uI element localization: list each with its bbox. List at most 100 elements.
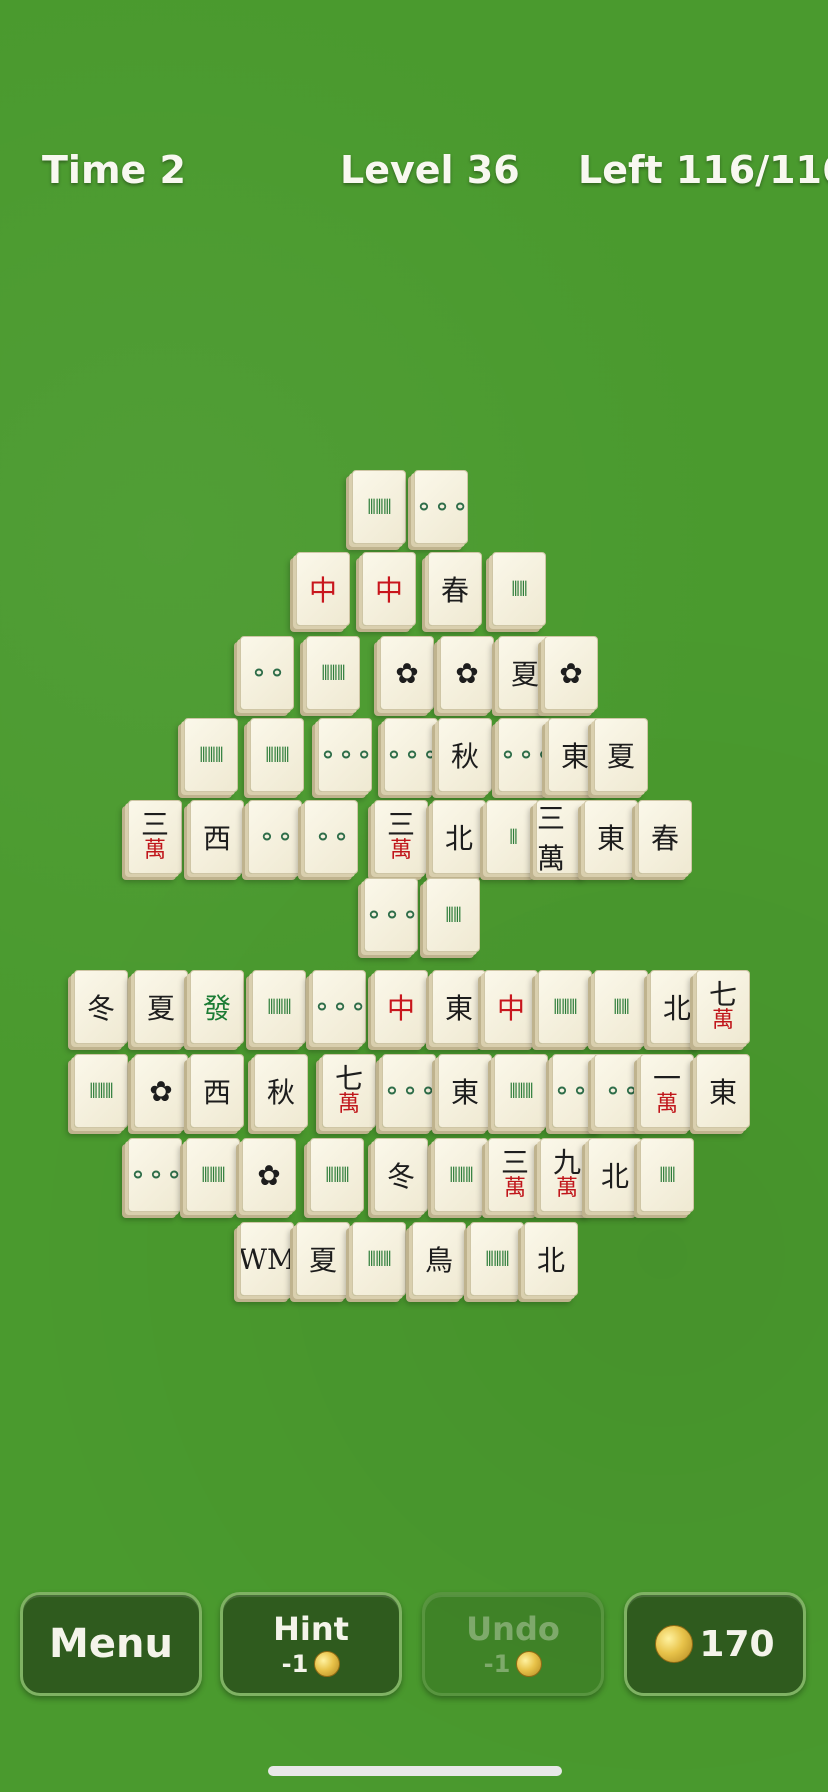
tile-symbol: ⦀⦀ bbox=[445, 903, 462, 927]
mahjong-tile[interactable]: 西 bbox=[190, 1054, 244, 1128]
mahjong-tile[interactable]: WM bbox=[240, 1222, 294, 1296]
mahjong-tile[interactable]: 北 bbox=[432, 800, 486, 874]
tile-symbol: ⦀⦀⦀ bbox=[89, 1079, 113, 1103]
mahjong-tile[interactable]: 三萬 bbox=[536, 800, 590, 874]
mahjong-tile[interactable]: 夏 bbox=[296, 1222, 350, 1296]
mahjong-tile[interactable]: 七萬 bbox=[696, 970, 750, 1044]
mahjong-tile[interactable]: ⚬⚬⚬ bbox=[382, 1054, 436, 1128]
mahjong-tile[interactable]: 九萬 bbox=[540, 1138, 594, 1212]
mahjong-tile[interactable]: 北 bbox=[524, 1222, 578, 1296]
mahjong-tile[interactable]: 北 bbox=[588, 1138, 642, 1212]
tile-character: 七萬 bbox=[708, 978, 737, 1033]
mahjong-tile[interactable]: ⚬⚬ bbox=[248, 800, 302, 874]
mahjong-tile[interactable]: ⚬⚬ bbox=[240, 636, 294, 710]
mahjong-tile[interactable]: 夏 bbox=[594, 718, 648, 792]
mahjong-tile[interactable]: ⚬⚬⚬ bbox=[364, 878, 418, 952]
mahjong-tile[interactable]: ⚬⚬⚬ bbox=[128, 1138, 182, 1212]
mahjong-tile[interactable]: ⚬⚬⚬ bbox=[318, 718, 372, 792]
mahjong-tile[interactable]: 發 bbox=[190, 970, 244, 1044]
mahjong-tile[interactable]: 東 bbox=[696, 1054, 750, 1128]
tile-symbol: ⦀⦀⦀ bbox=[367, 495, 391, 519]
hint-cost-value: -1 bbox=[281, 1650, 309, 1678]
tile-symbol: ⦀⦀⦀ bbox=[509, 1079, 533, 1103]
mahjong-tile[interactable]: 秋 bbox=[254, 1054, 308, 1128]
coins-button[interactable]: 170 bbox=[624, 1592, 806, 1696]
tile-symbol: ✿ bbox=[395, 656, 419, 690]
tile-symbol: ⦀⦀⦀ bbox=[485, 1247, 509, 1271]
mahjong-tile[interactable]: ⚬⚬ bbox=[304, 800, 358, 874]
tile-symbol: 東 bbox=[560, 740, 589, 773]
mahjong-tile[interactable]: 夏 bbox=[134, 970, 188, 1044]
tile-symbol: ⚬⚬⚬ bbox=[312, 993, 366, 1021]
mahjong-tile[interactable]: 七萬 bbox=[322, 1054, 376, 1128]
mahjong-tile[interactable]: 東 bbox=[584, 800, 638, 874]
tile-symbol: ✿ bbox=[455, 656, 479, 690]
mahjong-tile[interactable]: ⦀⦀⦀ bbox=[470, 1222, 524, 1296]
mahjong-tile[interactable]: ⦀⦀⦀ bbox=[306, 636, 360, 710]
mahjong-tile[interactable]: 春 bbox=[638, 800, 692, 874]
mahjong-tile[interactable]: 西 bbox=[190, 800, 244, 874]
tile-symbol: 秋 bbox=[450, 740, 479, 773]
hint-button[interactable]: Hint -1 bbox=[220, 1592, 402, 1696]
mahjong-tile[interactable]: 冬 bbox=[74, 970, 128, 1044]
tile-symbol: 北 bbox=[536, 1244, 565, 1277]
mahjong-tile[interactable]: 中 bbox=[296, 552, 350, 626]
tile-symbol: ⦀ bbox=[509, 825, 518, 849]
mahjong-tile[interactable]: ⦀⦀ bbox=[426, 878, 480, 952]
menu-button[interactable]: Menu bbox=[20, 1592, 202, 1696]
mahjong-tile[interactable]: ⚬⚬⚬ bbox=[498, 718, 552, 792]
mahjong-tile[interactable]: 鳥 bbox=[412, 1222, 466, 1296]
mahjong-tile[interactable]: ✿ bbox=[242, 1138, 296, 1212]
mahjong-tile[interactable]: ⦀⦀⦀ bbox=[74, 1054, 128, 1128]
mahjong-tile[interactable]: 中 bbox=[374, 970, 428, 1044]
mahjong-tile[interactable]: ✿ bbox=[440, 636, 494, 710]
tile-character: 一萬 bbox=[652, 1062, 681, 1117]
mahjong-tile[interactable]: ✿ bbox=[380, 636, 434, 710]
menu-label: Menu bbox=[49, 1621, 173, 1667]
mahjong-tile[interactable]: ⦀⦀⦀ bbox=[494, 1054, 548, 1128]
mahjong-tile[interactable]: ✿ bbox=[134, 1054, 188, 1128]
tile-character: 七萬 bbox=[334, 1062, 363, 1117]
mahjong-tile[interactable]: ⦀⦀ bbox=[594, 970, 648, 1044]
undo-label: Undo bbox=[466, 1610, 560, 1648]
mahjong-tile[interactable]: 秋 bbox=[438, 718, 492, 792]
tile-symbol: 發 bbox=[202, 992, 231, 1025]
mahjong-tile[interactable]: ⦀⦀⦀ bbox=[352, 1222, 406, 1296]
undo-cost-value: -1 bbox=[483, 1650, 511, 1678]
mahjong-tile[interactable]: 東 bbox=[432, 970, 486, 1044]
mahjong-tile[interactable]: ⦀⦀ bbox=[492, 552, 546, 626]
mahjong-tile[interactable]: 冬 bbox=[374, 1138, 428, 1212]
mahjong-tile[interactable]: 中 bbox=[484, 970, 538, 1044]
undo-button[interactable]: Undo -1 bbox=[422, 1592, 604, 1696]
mahjong-tile[interactable]: 中 bbox=[362, 552, 416, 626]
mahjong-tile[interactable]: ⦀ bbox=[486, 800, 540, 874]
mahjong-tile[interactable]: ⦀⦀⦀ bbox=[250, 718, 304, 792]
mahjong-tile[interactable]: 三萬 bbox=[488, 1138, 542, 1212]
mahjong-tile[interactable]: 三萬 bbox=[128, 800, 182, 874]
mahjong-tile[interactable]: ⦀⦀⦀ bbox=[186, 1138, 240, 1212]
tile-symbol: 北 bbox=[444, 822, 473, 855]
mahjong-tile[interactable]: ⚬⚬⚬ bbox=[414, 470, 468, 544]
mahjong-tile[interactable]: ⦀⦀⦀ bbox=[352, 470, 406, 544]
mahjong-tile[interactable]: ✿ bbox=[544, 636, 598, 710]
home-indicator[interactable] bbox=[268, 1766, 562, 1776]
mahjong-tile[interactable]: 東 bbox=[438, 1054, 492, 1128]
coin-balance: 170 bbox=[699, 1623, 775, 1665]
mahjong-tile[interactable]: ⚬⚬⚬ bbox=[384, 718, 438, 792]
tile-symbol: 夏 bbox=[308, 1244, 337, 1277]
mahjong-tile[interactable]: ⦀⦀⦀ bbox=[310, 1138, 364, 1212]
mahjong-tile[interactable]: 春 bbox=[428, 552, 482, 626]
tile-symbol: 秋 bbox=[266, 1076, 295, 1109]
mahjong-tile[interactable]: 一萬 bbox=[640, 1054, 694, 1128]
mahjong-tile[interactable]: ⦀⦀⦀ bbox=[252, 970, 306, 1044]
mahjong-tile[interactable]: ⦀⦀⦀ bbox=[184, 718, 238, 792]
tile-character: 三萬 bbox=[386, 808, 415, 863]
tile-symbol: ⚬⚬⚬ bbox=[318, 741, 372, 769]
mahjong-tile[interactable]: 三萬 bbox=[374, 800, 428, 874]
mahjong-tile[interactable]: ⚬⚬⚬ bbox=[312, 970, 366, 1044]
mahjong-tile[interactable]: ⦀⦀⦀ bbox=[538, 970, 592, 1044]
mahjong-tile[interactable]: ⦀⦀ bbox=[640, 1138, 694, 1212]
tile-symbol: ⚬⚬ bbox=[256, 823, 295, 851]
mahjong-tile[interactable]: ⦀⦀⦀ bbox=[434, 1138, 488, 1212]
tile-symbol: ⦀⦀⦀ bbox=[367, 1247, 391, 1271]
